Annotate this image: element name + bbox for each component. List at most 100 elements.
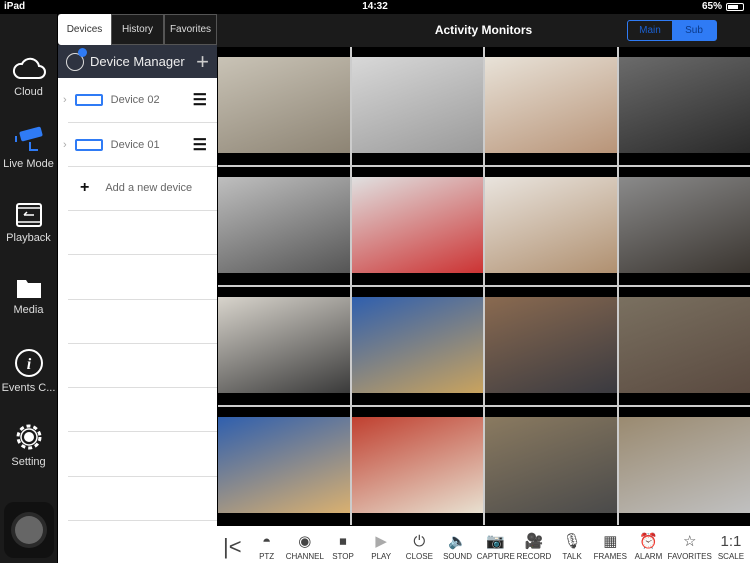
camera-feed-image: [618, 417, 750, 513]
info-icon: i: [14, 349, 43, 377]
mic-icon: 🎙: [562, 533, 582, 550]
video-tile[interactable]: [618, 407, 750, 525]
video-tile[interactable]: [485, 167, 617, 285]
video-grid: [218, 47, 750, 525]
add-device-plus-button[interactable]: +: [196, 49, 209, 75]
alarm-icon: ⏰: [639, 533, 658, 550]
camera-feed-image: [618, 177, 750, 273]
clock: 14:32: [362, 1, 388, 12]
camera-feed-image: [485, 177, 617, 273]
tab-devices[interactable]: Devices: [58, 14, 111, 45]
video-icon: 🎥: [524, 533, 544, 550]
menu-icon[interactable]: ☰: [193, 135, 207, 155]
camera-feed-image: [351, 297, 483, 393]
device-manager-header: Device Manager +: [58, 45, 217, 78]
scale-button[interactable]: 1:1 SCALE: [712, 532, 750, 561]
camera-feed-image: [351, 417, 483, 513]
add-device-row[interactable]: + Add a new device: [58, 166, 217, 210]
tab-favorites[interactable]: Favorites: [164, 14, 217, 45]
video-tile[interactable]: [618, 287, 750, 405]
frames-button[interactable]: ▦ FRAMES: [591, 532, 629, 561]
device-row[interactable]: › Device 01 ☰: [58, 123, 217, 167]
sub-stream-button[interactable]: Sub: [672, 21, 716, 40]
video-tile[interactable]: [218, 287, 350, 405]
sidebar-item-playback[interactable]: Playback: [0, 202, 57, 244]
close-button[interactable]: ⏻ CLOSE: [400, 532, 438, 561]
star-icon: ☆: [682, 533, 697, 550]
camera-icon: 📷: [486, 533, 506, 550]
camera-feed-image: [218, 57, 350, 153]
video-tile[interactable]: [618, 167, 750, 285]
battery-percent: 65%: [701, 1, 722, 12]
favorites-button[interactable]: ☆ FAVORITES: [668, 532, 712, 561]
sidebar-item-setting[interactable]: Setting: [0, 422, 57, 468]
svg-text:i: i: [26, 356, 31, 373]
alarm-button[interactable]: ⏰ ALARM: [629, 532, 667, 561]
status-bar: iPad 14:32 65%: [0, 0, 750, 14]
play-icon: ▶: [375, 533, 387, 550]
chevron-right-icon: ›: [63, 94, 67, 106]
plus-icon: +: [80, 179, 90, 196]
device-panel: Devices History Favorites Device Manager…: [58, 14, 217, 563]
video-tile[interactable]: [351, 167, 483, 285]
sidebar-item-live-mode[interactable]: Live Mode: [0, 126, 57, 170]
gear-icon: [16, 424, 41, 450]
camera-icon: [14, 126, 42, 151]
dvr-icon: [74, 94, 103, 106]
folder-icon: [16, 280, 41, 298]
play-button[interactable]: ▶ PLAY: [362, 532, 400, 561]
cloud-icon: [12, 57, 46, 79]
camera-feed-image: [351, 57, 483, 153]
camera-feed-image: [618, 297, 750, 393]
sidebar: Cloud Live Mode Playback Media i Events …: [0, 14, 57, 563]
back-button[interactable]: |<: [217, 533, 248, 561]
frames-icon: ▦: [603, 533, 618, 550]
video-tile[interactable]: [218, 407, 350, 525]
camera-feed-image: [485, 57, 617, 153]
back-icon: |<: [222, 534, 242, 559]
video-tile[interactable]: [218, 47, 350, 165]
playback-icon: [15, 203, 42, 227]
camera-feed-image: [218, 417, 350, 513]
stop-button[interactable]: ⏹ STOP: [324, 532, 362, 561]
main-stream-button[interactable]: Main: [628, 21, 672, 40]
sidebar-item-events[interactable]: i Events C...: [0, 348, 57, 394]
stream-toggle: Main Sub: [627, 20, 717, 41]
video-tile[interactable]: [218, 167, 350, 285]
camera-feed-image: [485, 297, 617, 393]
battery-icon: [726, 2, 744, 11]
header: Activity Monitors Main Sub: [217, 14, 750, 47]
power-icon: ⏻: [413, 533, 426, 550]
dvr-icon: [74, 139, 103, 151]
assistive-touch-button[interactable]: [4, 502, 54, 558]
video-tile[interactable]: [351, 287, 483, 405]
device-row[interactable]: › Device 02 ☰: [58, 78, 217, 122]
camera-feed-image: [218, 177, 350, 273]
talk-button[interactable]: 🎙 TALK: [553, 532, 591, 561]
tab-history[interactable]: History: [111, 14, 164, 45]
ptz-button[interactable]: ◓ PTZ: [248, 532, 286, 561]
camera-feed-image: [485, 417, 617, 513]
speaker-icon: 🔈: [448, 533, 467, 550]
device-manager-title: Device Manager: [90, 54, 185, 69]
video-tile[interactable]: [618, 47, 750, 165]
menu-icon[interactable]: ☰: [193, 90, 207, 110]
sound-button[interactable]: 🔈 SOUND: [438, 532, 476, 561]
stop-icon: ⏹: [339, 533, 347, 550]
camera-feed-image: [618, 57, 750, 153]
channel-icon: ◉: [298, 533, 312, 550]
video-tile[interactable]: [485, 287, 617, 405]
video-tile[interactable]: [351, 407, 483, 525]
chevron-right-icon: ›: [63, 139, 67, 151]
capture-button[interactable]: 📷 CAPTURE: [477, 532, 515, 561]
scale-icon: 1:1: [720, 533, 742, 550]
record-button[interactable]: 🎥 RECORD: [515, 532, 553, 561]
channel-button[interactable]: ◉ CHANNEL: [286, 532, 324, 561]
sidebar-item-cloud[interactable]: Cloud: [0, 54, 57, 98]
camera-feed-image: [351, 177, 483, 273]
video-tile[interactable]: [485, 47, 617, 165]
video-tile[interactable]: [485, 407, 617, 525]
bottom-toolbar: |< ◓ PTZ ◉ CHANNEL ⏹ STOP ▶ PLAY ⏻ CLOSE 🔈 SOUND 📷 CA…: [217, 526, 750, 563]
video-tile[interactable]: [351, 47, 483, 165]
sidebar-item-media[interactable]: Media: [0, 276, 57, 316]
